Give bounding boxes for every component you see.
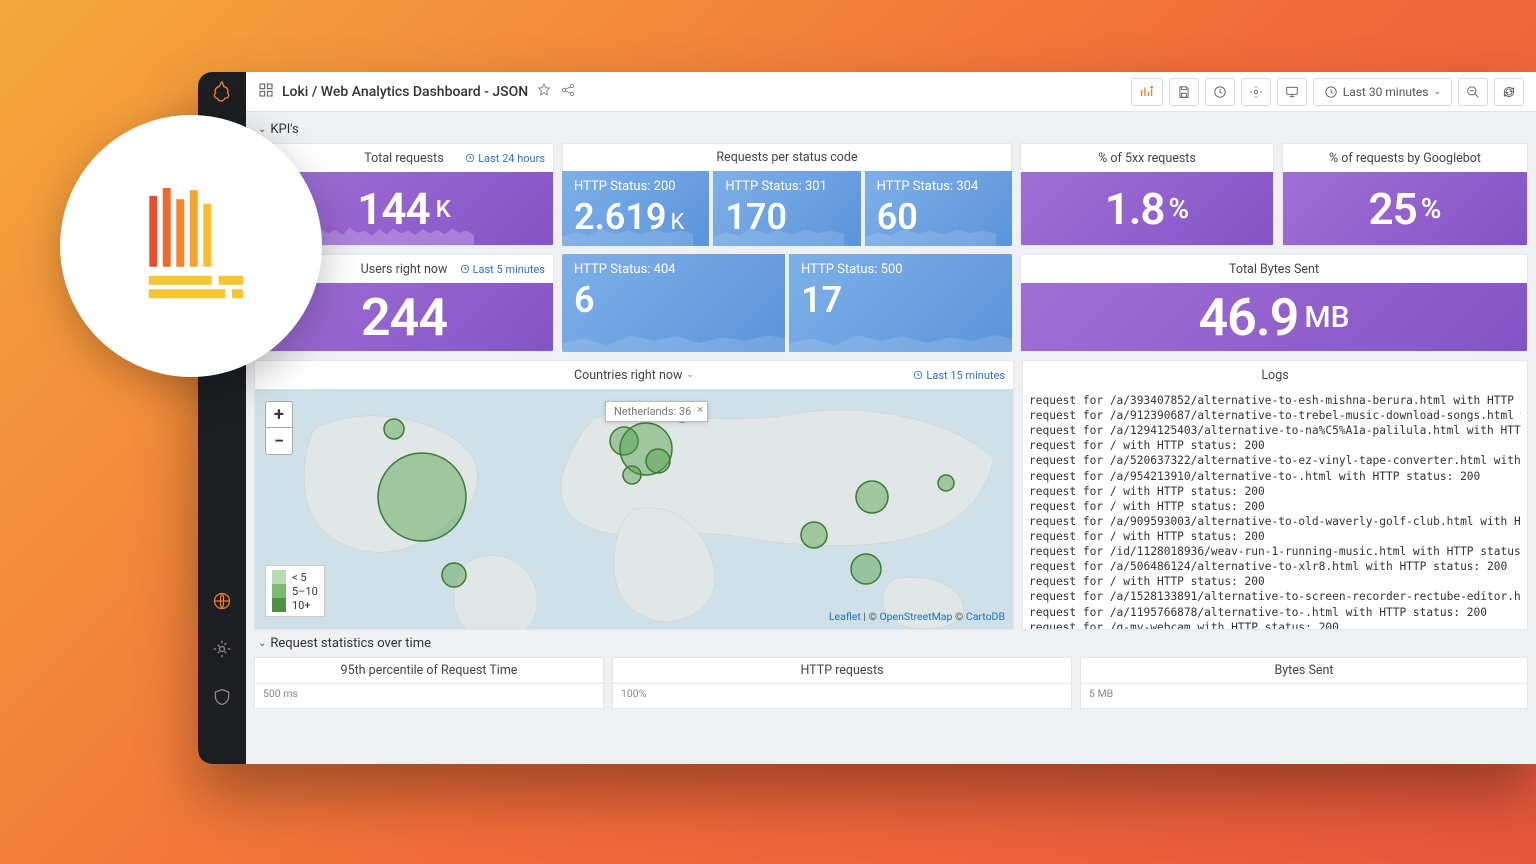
- panel-requests-status[interactable]: Requests per status code HTTP Status: 20…: [562, 143, 1012, 246]
- panel-bytes-chart[interactable]: Bytes Sent 5 MB: [1080, 657, 1528, 709]
- log-line: request for / with HTTP status: 200: [1029, 499, 1521, 514]
- log-line: request for /a/520637322/alternative-to-…: [1029, 453, 1521, 468]
- settings-button[interactable]: [1241, 78, 1271, 106]
- status-card[interactable]: HTTP Status: 2002.619 K: [562, 171, 709, 246]
- panel-bytes-sent[interactable]: Total Bytes Sent 46.9MB: [1020, 254, 1528, 352]
- legend-item: 5–10: [272, 584, 318, 598]
- log-line: request for /id/1128018936/weav-run-1-ru…: [1029, 544, 1521, 559]
- log-line: request for /a/1528133891/alternative-to…: [1029, 589, 1521, 604]
- log-line: request for / with HTTP status: 200: [1029, 529, 1521, 544]
- loki-logo-icon: [124, 179, 259, 314]
- log-line: request for /a/506486124/alternative-to-…: [1029, 559, 1521, 574]
- panel-countries-map[interactable]: Countries right now⌄ Last 15 minutes: [254, 360, 1014, 630]
- time-badge: Last 5 minutes: [460, 263, 545, 276]
- row-header-stats[interactable]: ⌄Request statistics over time: [258, 636, 1528, 651]
- gear-icon[interactable]: [211, 638, 233, 660]
- apps-icon[interactable]: [258, 82, 274, 102]
- map-attribution: Leaflet | © OpenStreetMap © CartoDB: [829, 610, 1005, 623]
- legend-item: < 5: [272, 570, 318, 584]
- map-zoom-controls: + −: [265, 401, 293, 455]
- monitor-button[interactable]: [1277, 78, 1307, 106]
- log-line: request for /a/393407852/alternative-to-…: [1029, 393, 1521, 408]
- clock-history-button[interactable]: [1205, 78, 1235, 106]
- time-range-picker[interactable]: Last 30 minutes ⌄: [1313, 78, 1452, 106]
- panel-status-bottom[interactable]: HTTP Status: 4046HTTP Status: 50017: [562, 254, 1012, 352]
- zoom-in-button[interactable]: +: [266, 402, 292, 428]
- star-icon[interactable]: [536, 82, 552, 102]
- share-icon[interactable]: [560, 82, 576, 102]
- log-line: request for /a/909593003/alternative-to-…: [1029, 514, 1521, 529]
- close-icon[interactable]: ×: [697, 403, 703, 416]
- panel-logs[interactable]: Logs request for /a/393407852/alternativ…: [1022, 360, 1528, 630]
- log-line: request for /a/954213910/alternative-to-…: [1029, 469, 1521, 484]
- time-badge: Last 15 minutes: [913, 369, 1005, 382]
- app-window: Loki / Web Analytics Dashboard - JSON La…: [198, 72, 1536, 764]
- log-line: request for /a/912390687/alternative-to-…: [1029, 408, 1521, 423]
- map-tooltip: Netherlands: 36×: [605, 401, 708, 422]
- log-line: request for /q-my-webcam with HTTP statu…: [1029, 620, 1521, 629]
- row-header-kpis[interactable]: ⌄KPI's: [258, 122, 1528, 137]
- main-content: Loki / Web Analytics Dashboard - JSON La…: [246, 72, 1536, 764]
- panel-pct-5xx[interactable]: % of 5xx requests 1.8%: [1020, 143, 1274, 246]
- panel-http-requests[interactable]: HTTP requests 100%: [612, 657, 1072, 709]
- zoom-out-button[interactable]: −: [266, 428, 292, 454]
- status-card[interactable]: HTTP Status: 30460: [865, 171, 1012, 246]
- status-card[interactable]: HTTP Status: 4046: [562, 254, 785, 352]
- log-line: request for /a/1294125403/alternative-to…: [1029, 423, 1521, 438]
- globe-icon[interactable]: [211, 590, 233, 612]
- zoom-out-button[interactable]: [1458, 78, 1488, 106]
- map-legend: < 55–1010+: [265, 565, 325, 617]
- log-line: request for / with HTTP status: 200: [1029, 438, 1521, 453]
- time-badge: Last 24 hours: [465, 152, 545, 165]
- panel-p95[interactable]: 95th percentile of Request Time 500 ms: [254, 657, 604, 709]
- log-line: request for / with HTTP status: 200: [1029, 484, 1521, 499]
- time-range-label: Last 30 minutes: [1343, 85, 1429, 99]
- topbar: Loki / Web Analytics Dashboard - JSON La…: [246, 72, 1536, 112]
- legend-item: 10+: [272, 598, 318, 612]
- save-button[interactable]: [1169, 78, 1199, 106]
- log-line: request for /a/1195766878/alternative-to…: [1029, 605, 1521, 620]
- loki-badge: [60, 115, 322, 377]
- breadcrumb[interactable]: Loki / Web Analytics Dashboard - JSON: [282, 84, 528, 100]
- grafana-logo-icon[interactable]: [211, 80, 233, 102]
- status-card[interactable]: HTTP Status: 50017: [789, 254, 1012, 352]
- shield-icon[interactable]: [211, 686, 233, 708]
- panel-pct-googlebot[interactable]: % of requests by Googlebot 25%: [1282, 143, 1528, 246]
- chevron-down-icon: ⌄: [1433, 87, 1441, 97]
- refresh-button[interactable]: [1494, 78, 1524, 106]
- log-line: request for / with HTTP status: 200: [1029, 574, 1521, 589]
- status-card[interactable]: HTTP Status: 301170: [713, 171, 860, 246]
- add-panel-button[interactable]: [1131, 78, 1163, 106]
